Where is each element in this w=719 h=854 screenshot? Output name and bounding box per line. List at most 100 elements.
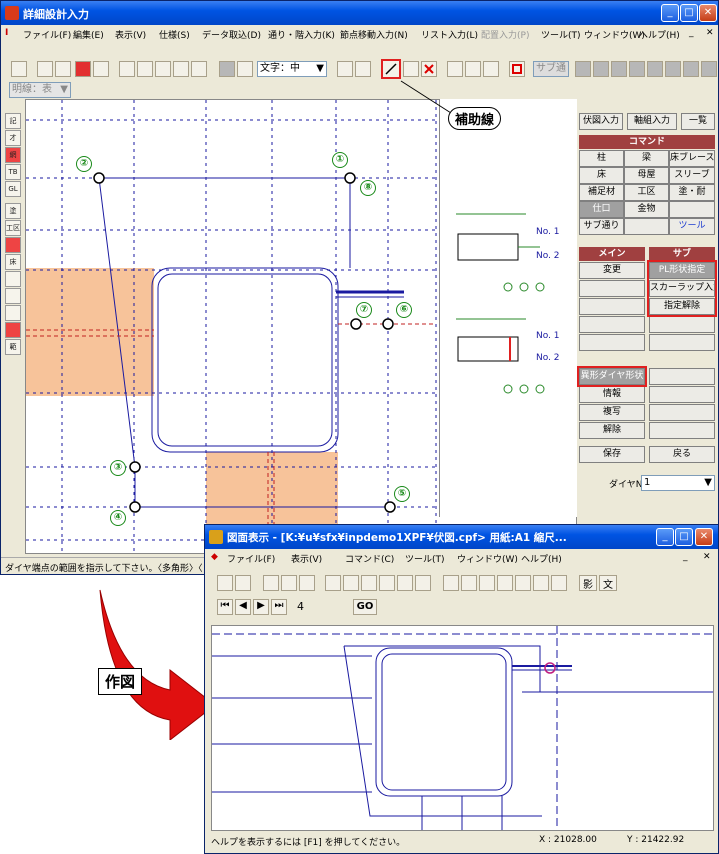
first-page-icon[interactable]: ⏮ xyxy=(217,599,233,615)
zoom-in-icon[interactable] xyxy=(533,575,549,591)
page-number-input[interactable]: 4 xyxy=(297,600,304,613)
cmd-supplement[interactable]: 補足材 xyxy=(579,184,624,201)
cmd-paint[interactable]: 塗・耐 xyxy=(669,184,715,201)
print-preview-icon[interactable] xyxy=(343,575,359,591)
print-icon[interactable] xyxy=(325,575,341,591)
cmd-sub-axis[interactable]: サブ通り xyxy=(579,218,624,235)
preview-outline xyxy=(212,626,713,830)
node-label-7: ⑦ xyxy=(356,302,372,318)
pmenu-tools[interactable]: ツール(T) xyxy=(405,552,445,565)
dia-no-select[interactable]: 1 ▼ xyxy=(641,475,715,491)
print-setup-icon[interactable] xyxy=(361,575,377,591)
main-btn-copy[interactable]: 複写 xyxy=(579,404,645,421)
main-btn-release[interactable]: 解除 xyxy=(579,422,645,439)
prev-page-icon[interactable]: ◀ xyxy=(235,599,251,615)
go-button[interactable]: GO xyxy=(353,599,377,615)
preview-node-marker xyxy=(544,662,556,674)
zoom-fit-icon[interactable] xyxy=(461,575,477,591)
open-icon[interactable] xyxy=(281,575,297,591)
sub-btn-empty-4[interactable] xyxy=(649,386,715,403)
pmenu-help[interactable]: ヘルプ(H) xyxy=(521,552,562,565)
dia-no-value: 1 xyxy=(644,477,651,488)
cmd-beam[interactable]: 梁 xyxy=(624,150,669,167)
pmenu-command[interactable]: コマンド(C) xyxy=(345,552,394,565)
node-label-3: ③ xyxy=(110,460,126,476)
print-batch-icon[interactable] xyxy=(415,575,431,591)
refresh-icon[interactable] xyxy=(497,575,513,591)
next-page-icon[interactable]: ▶ xyxy=(253,599,269,615)
cmd-joint[interactable]: 仕口 xyxy=(579,201,624,218)
left-tool-6[interactable]: 工区 xyxy=(5,220,21,236)
pmdi-minimize[interactable]: _ xyxy=(683,552,688,562)
main-btn-change[interactable]: 変更 xyxy=(579,262,645,279)
sub-btn-empty-5[interactable] xyxy=(649,404,715,421)
main-btn-empty-3[interactable] xyxy=(579,316,645,333)
pmdi-close[interactable]: ✕ xyxy=(703,552,711,562)
cmd-empty-1[interactable] xyxy=(669,201,715,218)
left-tool-12[interactable] xyxy=(5,322,21,338)
left-tool-7[interactable] xyxy=(5,237,21,253)
preview-app-icon xyxy=(209,530,223,544)
cmd-floor-brace[interactable]: 床ブレース xyxy=(669,150,715,167)
preview-doc-icon[interactable]: ◆ xyxy=(211,552,218,562)
dimension-icon[interactable] xyxy=(217,575,233,591)
zoom-area-icon[interactable] xyxy=(515,575,531,591)
cmd-purlin[interactable]: 母屋 xyxy=(624,167,669,184)
node-label-1: ① xyxy=(332,152,348,168)
node-label-4: ④ xyxy=(110,510,126,526)
main-btn-empty-4[interactable] xyxy=(579,334,645,351)
left-tool-9[interactable] xyxy=(5,271,21,287)
left-tool-13[interactable]: 範 xyxy=(5,339,21,355)
main-header: メイン xyxy=(579,247,645,261)
left-tool-11[interactable] xyxy=(5,305,21,321)
y-coordinate: Y : 21422.92 xyxy=(627,835,685,845)
preview-close-button[interactable]: ✕ xyxy=(695,528,713,546)
new-icon[interactable] xyxy=(263,575,279,591)
main-btn-empty-1[interactable] xyxy=(579,280,645,297)
left-tool-10[interactable] xyxy=(5,288,21,304)
left-tool-3[interactable]: TB xyxy=(5,164,21,180)
helmet-icon[interactable] xyxy=(235,575,251,591)
main-highlight-box xyxy=(577,366,647,387)
save-button[interactable]: 保存 xyxy=(579,446,645,463)
main-btn-empty-2[interactable] xyxy=(579,298,645,315)
node-label-5: ⑤ xyxy=(394,486,410,502)
back-button[interactable]: 戻る xyxy=(649,446,715,463)
preview-canvas[interactable] xyxy=(211,625,714,831)
cmd-column[interactable]: 柱 xyxy=(579,150,624,167)
sub-btn-empty-6[interactable] xyxy=(649,422,715,439)
shadow-button[interactable]: 影 xyxy=(579,575,597,591)
cmd-zone[interactable]: 工区 xyxy=(624,184,669,201)
last-page-icon[interactable]: ⏭ xyxy=(271,599,287,615)
cmd-sleeve[interactable]: スリーブ xyxy=(669,167,715,184)
window-split-icon[interactable] xyxy=(479,575,495,591)
cmd-tool[interactable]: ツール xyxy=(669,218,715,235)
sub-btn-empty-1[interactable] xyxy=(649,316,715,333)
left-tool-8[interactable]: 床 xyxy=(5,254,21,270)
print-all-icon[interactable] xyxy=(379,575,395,591)
detail-preview: No. 1 No. 2 No. 1 No. 2 xyxy=(439,99,577,517)
left-tool-2[interactable]: 網 xyxy=(5,147,21,163)
pmenu-file[interactable]: ファイル(F) xyxy=(227,552,275,565)
cmd-empty-2[interactable] xyxy=(624,218,669,235)
preview-minimize-button[interactable]: _ xyxy=(656,528,674,546)
save-icon[interactable] xyxy=(299,575,315,591)
cmd-floor[interactable]: 床 xyxy=(579,167,624,184)
left-tool-5[interactable]: 塗 xyxy=(5,203,21,219)
sub-btn-empty-2[interactable] xyxy=(649,334,715,351)
preview-svg xyxy=(456,213,545,394)
window-icon[interactable] xyxy=(443,575,459,591)
left-tool-4[interactable]: GL xyxy=(5,181,21,197)
cmd-hardware[interactable]: 金物 xyxy=(624,201,669,218)
sub-btn-empty-3[interactable] xyxy=(649,368,715,385)
pmenu-window[interactable]: ウィンドウ(W) xyxy=(457,552,518,565)
text-button[interactable]: 文 xyxy=(599,575,617,591)
main-btn-info[interactable]: 情報 xyxy=(579,386,645,403)
print-range-icon[interactable] xyxy=(397,575,413,591)
zoom-out-icon[interactable] xyxy=(551,575,567,591)
callout-leader xyxy=(400,80,452,114)
preview-title: 図面表示 - [K:¥u¥sfx¥inpdemo1XPF¥伏図.cpf> 用紙:… xyxy=(227,532,567,544)
preview-maximize-button[interactable]: □ xyxy=(675,528,693,546)
left-tool-1[interactable]: 才 xyxy=(5,130,21,146)
pmenu-view[interactable]: 表示(V) xyxy=(291,552,322,565)
